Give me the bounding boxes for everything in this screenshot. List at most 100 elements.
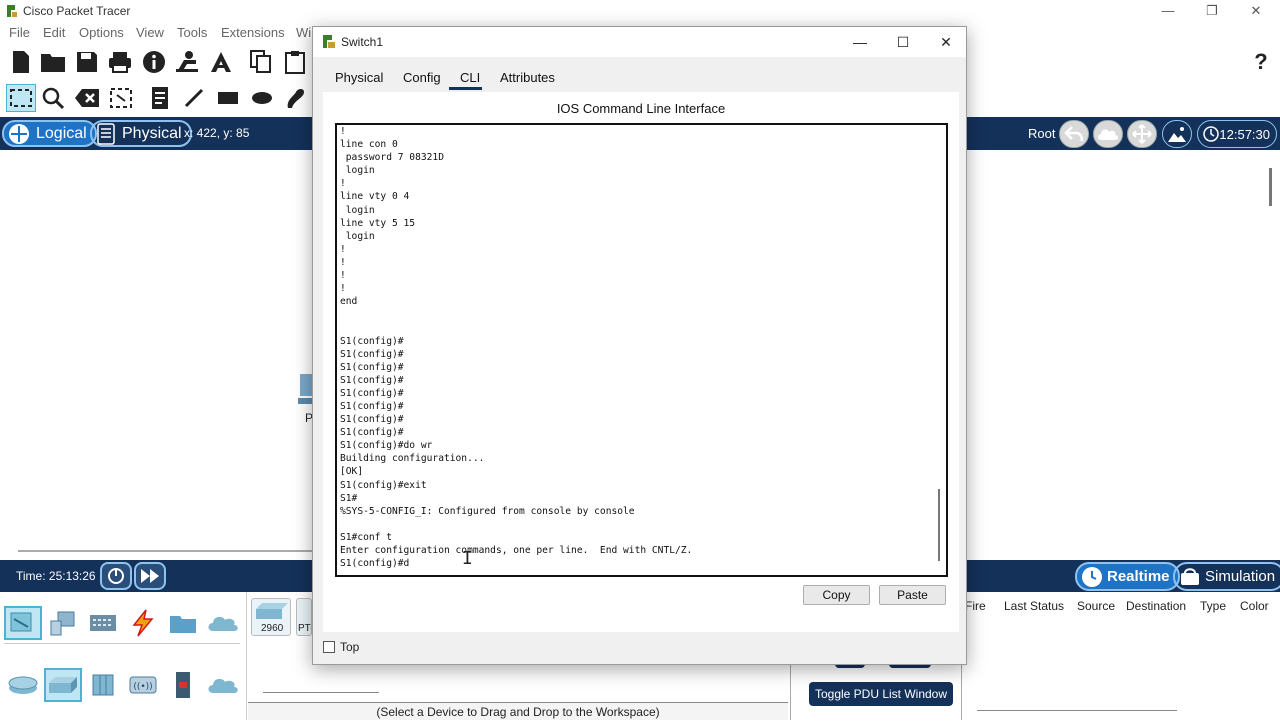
activity-wizard-icon[interactable] [208,49,234,75]
app-title: Cisco Packet Tracer [23,4,131,18]
header-source: Source [1077,599,1116,613]
cursor-coordinates: x: 422, y: 85 [184,126,250,140]
wireless-devices-icon[interactable]: ((•)) [124,668,162,702]
workspace-vertical-scrollbar[interactable] [1266,150,1278,554]
top-checkbox-box[interactable] [323,641,335,653]
dialog-close-button[interactable]: ✕ [934,32,958,52]
minimize-button[interactable]: — [1155,2,1181,20]
restore-button[interactable]: ❐ [1199,2,1225,20]
help-icon[interactable]: ? [1248,49,1274,75]
routers-icon[interactable] [4,668,42,702]
svg-text:((•)): ((•)) [133,682,152,692]
model-panel-scrollbar[interactable] [263,692,379,693]
menu-window[interactable]: Wi [296,25,311,40]
paste-icon[interactable] [282,49,308,75]
dialog-maximize-button[interactable]: ☐ [891,32,915,52]
power-cycle-icon[interactable] [100,562,132,590]
menu-options[interactable]: Options [79,25,124,40]
switch-2960-icon [256,603,288,619]
network-devices-category-icon[interactable] [4,606,42,640]
switch1-dialog: Switch1 — ☐ ✕ Physical Config CLI Attrib… [312,26,967,665]
security-devices-icon[interactable] [164,668,202,702]
menu-view[interactable]: View [136,25,164,40]
save-icon[interactable] [74,49,100,75]
wan-emulation-icon[interactable] [204,668,242,702]
resize-icon[interactable] [108,85,134,111]
network-icon[interactable] [174,49,200,75]
multiuser-category-icon[interactable] [204,606,242,640]
menu-edit[interactable]: Edit [43,25,65,40]
info-icon[interactable] [141,49,167,75]
paste-button[interactable]: Paste [879,585,946,605]
dialog-minimize-button[interactable]: — [848,32,872,52]
realtime-mode-button[interactable]: Realtime [1075,562,1180,591]
clock-icon [1203,126,1219,142]
miscellaneous-category-icon[interactable] [164,606,202,640]
physical-label: Physical [122,124,182,142]
open-icon[interactable] [40,49,66,75]
simulation-mode-button[interactable]: Simulation [1173,562,1280,591]
switch-2960-model[interactable]: 2960 [251,598,291,636]
dialog-title: Switch1 [341,35,384,49]
cli-heading: IOS Command Line Interface [556,101,726,116]
switch-pt-model[interactable]: PT- [296,598,312,636]
realtime-label: Realtime [1107,568,1170,585]
fast-forward-icon[interactable] [134,562,166,590]
background-image-icon[interactable] [1162,120,1192,148]
move-icon[interactable] [1127,120,1157,148]
tab-attributes[interactable]: Attributes [500,70,555,85]
simulation-label: Simulation [1205,568,1276,585]
select-icon[interactable] [6,84,36,112]
app-titlebar: Cisco Packet Tracer — ❐ ✕ [0,0,1280,22]
physical-icon [97,122,115,145]
logical-mode-button[interactable]: Logical [2,120,97,147]
text-cursor-icon: I [462,548,473,569]
delete-icon[interactable] [74,85,100,111]
menu-tools[interactable]: Tools [177,25,207,40]
device-type-panel: ((•)) [0,592,247,720]
terminal-scrollbar[interactable] [934,127,946,573]
physical-mode-button[interactable]: Physical [90,120,192,147]
cli-terminal[interactable]: ! line con 0 password 7 08321D login ! l… [335,123,948,577]
switches-icon[interactable] [44,668,82,702]
pdu-scrollbar[interactable] [977,710,1177,711]
simulation-time: Time: 25:13:26 [16,569,96,583]
clock-display: 12:57:30 [1197,120,1277,148]
menu-extensions[interactable]: Extensions [221,25,285,40]
copy-button[interactable]: Copy [803,585,870,605]
copy-icon[interactable] [248,49,274,75]
drag-drop-hint: (Select a Device to Drag and Drop to the… [248,702,788,720]
cluster-cloud-icon[interactable] [1093,120,1123,148]
menu-file[interactable]: File [9,25,30,40]
model-label-pt: PT- [298,623,311,634]
header-color: Color [1240,599,1269,613]
back-icon[interactable] [1059,120,1089,148]
tab-config[interactable]: Config [403,70,441,85]
rectangle-icon[interactable] [215,85,241,111]
tab-physical[interactable]: Physical [335,70,383,85]
zoom-icon[interactable] [40,85,66,111]
line-icon[interactable] [181,85,207,111]
components-category-icon[interactable] [84,606,122,640]
header-last-status: Last Status [1004,599,1065,613]
freeform-icon[interactable] [282,85,308,111]
top-checkbox[interactable]: Top [323,638,443,656]
new-icon[interactable] [8,49,34,75]
header-destination: Destination [1126,599,1187,613]
ellipse-icon[interactable] [249,85,275,111]
end-devices-category-icon[interactable] [44,606,82,640]
hubs-icon[interactable] [84,668,122,702]
workspace-horizontal-scrollbar[interactable] [18,550,314,552]
tab-cli[interactable]: CLI [449,70,483,90]
close-button[interactable]: ✕ [1243,2,1269,20]
packet-tracer-logo-icon [323,35,335,48]
note-icon[interactable] [147,85,173,111]
terminal-output[interactable]: ! line con 0 password 7 08321D login ! l… [340,125,930,570]
dialog-titlebar[interactable]: Switch1 — ☐ ✕ [313,27,966,57]
dialog-tabs: Physical Config CLI Attributes [323,66,959,92]
logical-label: Logical [36,124,87,142]
print-icon[interactable] [107,49,133,75]
packet-tracer-logo-icon [7,5,17,17]
connections-category-icon[interactable] [124,606,162,640]
toggle-pdu-list-button[interactable]: Toggle PDU List Window [809,682,953,706]
